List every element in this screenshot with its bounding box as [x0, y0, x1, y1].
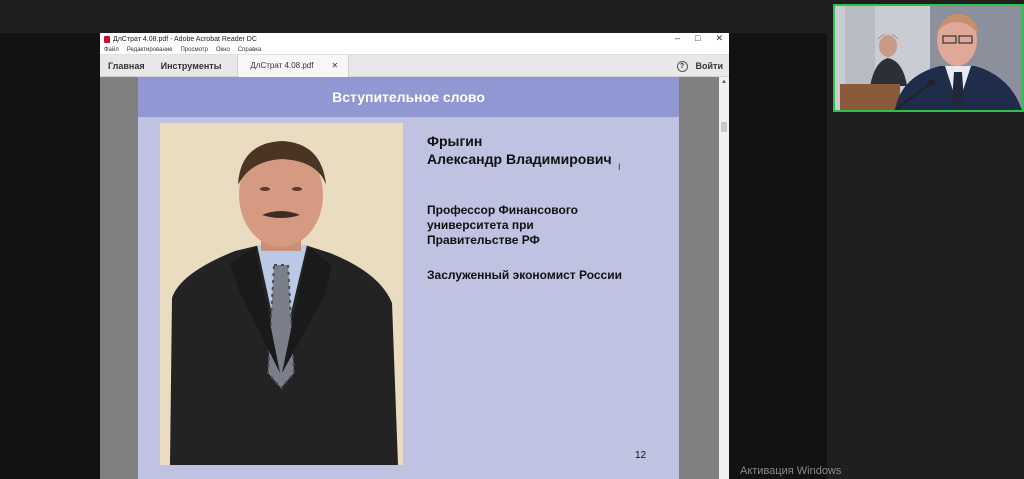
close-window-button[interactable]: ✕ — [715, 33, 723, 44]
tab-tools[interactable]: Инструменты — [153, 61, 230, 71]
document-viewport[interactable]: Вступительное слово Фрыгин Александр Вла… — [100, 77, 729, 479]
speaker-given-names: Александр Владимирович — [427, 151, 612, 167]
scrollbar-thumb[interactable] — [721, 122, 727, 132]
vertical-scrollbar[interactable]: ▲ — [719, 77, 729, 479]
tab-bar: Главная Инструменты ДлСтрат 4.08.pdf ✕ ?… — [100, 54, 729, 77]
slide-header: Вступительное слово — [138, 77, 679, 117]
speaker-role-line-1: Профессор Финансового — [427, 203, 578, 217]
participant-video-tile[interactable] — [833, 4, 1024, 112]
document-tab[interactable]: ДлСтрат 4.08.pdf ✕ — [237, 54, 350, 77]
meeting-stage: ДлСтрат 4.08.pdf - Adobe Acrobat Reader … — [0, 0, 1024, 479]
close-tab-icon[interactable]: ✕ — [331, 61, 338, 70]
window-title: ДлСтрат 4.08.pdf - Adobe Acrobat Reader … — [113, 35, 257, 43]
menu-bar: Файл Редактирование Просмотр Окно Справк… — [100, 45, 729, 55]
scroll-up-icon[interactable]: ▲ — [721, 79, 727, 85]
acrobat-window: ДлСтрат 4.08.pdf - Adobe Acrobat Reader … — [100, 33, 729, 479]
help-icon[interactable]: ? — [676, 60, 688, 72]
speaker-honor: Заслуженный экономист России — [427, 268, 622, 282]
menu-file[interactable]: Файл — [104, 47, 119, 53]
windows-activation-watermark: Активация Windows — [740, 465, 842, 477]
document-tab-label: ДлСтрат 4.08.pdf — [250, 61, 314, 70]
menu-help[interactable]: Справка — [238, 47, 262, 53]
slide-page: Вступительное слово Фрыгин Александр Вла… — [138, 77, 679, 479]
maximize-button[interactable]: □ — [695, 33, 700, 44]
speaker-surname: Фрыгин — [427, 133, 483, 149]
menu-view[interactable]: Просмотр — [180, 47, 207, 53]
speaker-photo — [160, 123, 403, 465]
signin-button[interactable]: Войти — [696, 61, 723, 71]
text-cursor-icon: I — [618, 162, 621, 172]
menu-edit[interactable]: Редактирование — [127, 47, 173, 53]
speaker-role-line-2: университета при — [427, 218, 534, 232]
pdf-app-icon — [104, 35, 110, 43]
window-titlebar: ДлСтрат 4.08.pdf - Adobe Acrobat Reader … — [100, 33, 729, 45]
speaker-role: Профессор Финансового университета при П… — [427, 203, 657, 248]
menu-window[interactable]: Окно — [216, 47, 230, 53]
dark-margin-left — [0, 33, 100, 479]
tab-home[interactable]: Главная — [100, 61, 153, 71]
speaker-role-line-3: Правительстве РФ — [427, 233, 540, 247]
speaker-portrait-image — [160, 123, 403, 465]
right-tools: ? Войти — [676, 55, 723, 77]
slide-page-number: 12 — [635, 450, 647, 461]
dark-margin-right — [729, 33, 827, 479]
minimize-button[interactable]: ‒ — [675, 33, 680, 44]
participant-video-image — [835, 6, 1022, 110]
window-controls: ‒ □ ✕ — [675, 33, 723, 44]
speaker-name: Фрыгин Александр Владимирович — [427, 132, 657, 168]
